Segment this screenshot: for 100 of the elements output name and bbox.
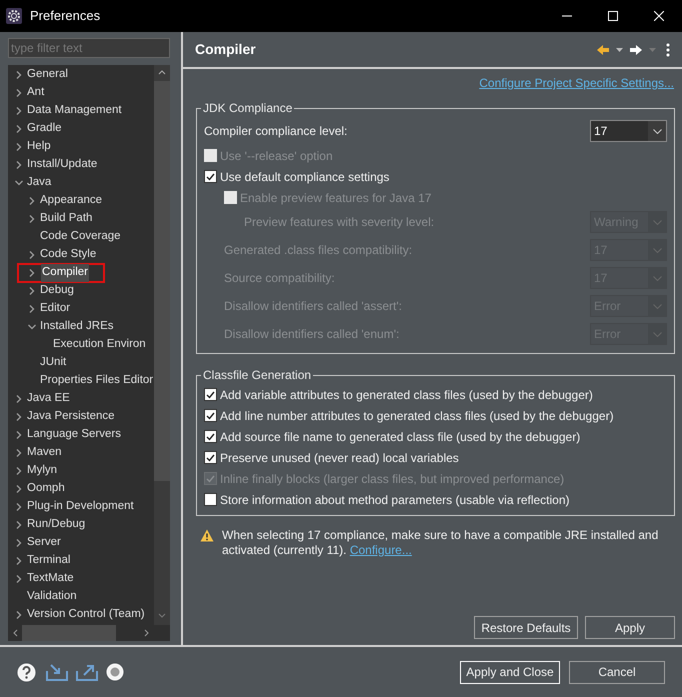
group-title: JDK Compliance	[202, 100, 294, 117]
page-title: Compiler	[195, 40, 256, 59]
chevron-right-icon[interactable]	[14, 143, 22, 151]
more-options-icon[interactable]	[666, 42, 670, 56]
tree-item[interactable]: Language Servers	[26, 426, 122, 444]
tree-item[interactable]: Maven	[26, 444, 63, 462]
chevron-right-icon[interactable]	[14, 485, 22, 493]
chevron-down-icon	[652, 220, 662, 224]
chevron-right-icon[interactable]	[14, 557, 22, 565]
tree-item[interactable]: Compiler	[41, 264, 90, 282]
chevron-right-icon[interactable]	[28, 305, 36, 313]
chevron-right-icon[interactable]	[28, 197, 36, 205]
tree-item[interactable]: Gradle	[26, 120, 63, 138]
checkbox[interactable]	[204, 388, 217, 401]
import-icon[interactable]	[46, 663, 68, 681]
chevron-right-icon[interactable]	[28, 287, 36, 295]
field-label: Generated .class files compatibility:	[224, 242, 412, 259]
chevron-right-icon[interactable]	[14, 413, 22, 421]
back-arrow-icon[interactable]	[596, 44, 610, 56]
tree-item[interactable]: Validation	[26, 588, 78, 606]
checkbox-label[interactable]: Add source file name to generated class file (used by the debugger)	[220, 428, 580, 446]
checkbox[interactable]	[204, 409, 217, 422]
dialog-button[interactable]: Restore Defaults	[474, 616, 578, 639]
checkbox[interactable]	[204, 451, 217, 464]
dropdown[interactable]: 17	[590, 120, 667, 142]
chevron-right-icon[interactable]	[14, 521, 22, 529]
tree-item[interactable]: Plug-in Development	[26, 498, 135, 516]
tree-item[interactable]: Data Management	[26, 102, 123, 120]
warning-icon	[200, 529, 214, 542]
chevron-right-icon[interactable]	[14, 107, 22, 115]
tree-item[interactable]: Editor	[39, 300, 72, 318]
forward-arrow-icon[interactable]	[629, 44, 643, 56]
tree-item[interactable]: Java EE	[26, 390, 71, 408]
chevron-down-icon	[652, 248, 662, 252]
checkbox-label[interactable]: Preserve unused (never read) local variables	[220, 448, 459, 466]
tree-item[interactable]: Installed JREs	[39, 318, 115, 336]
checkbox[interactable]	[204, 430, 217, 443]
chevron-right-icon[interactable]	[14, 611, 22, 619]
tree-item[interactable]: Build Path	[39, 210, 94, 228]
dialog-button[interactable]: Apply and Close	[460, 660, 560, 684]
chevron-right-icon[interactable]	[14, 503, 22, 511]
checkbox-label[interactable]: Add line number attributes to generated class files (used by the debugger)	[220, 406, 614, 424]
tree-item[interactable]: Ant	[26, 84, 46, 102]
tree-item[interactable]: Code Style	[39, 246, 98, 264]
tree-item[interactable]: Server	[26, 534, 62, 552]
tree-item[interactable]: Debug	[39, 282, 75, 300]
chevron-down-icon	[652, 128, 662, 134]
checkbox-label[interactable]: Store information about method parameters (usable via reflection)	[220, 490, 570, 508]
dialog-button[interactable]: Cancel	[569, 660, 665, 684]
tree-item[interactable]: Install/Update	[26, 156, 98, 174]
chevron-right-icon[interactable]	[14, 395, 22, 403]
scroll-down-icon	[158, 613, 166, 619]
chevron-right-icon[interactable]	[14, 539, 22, 547]
app-icon	[6, 8, 22, 24]
tree-item[interactable]: Java Persistence	[26, 408, 116, 426]
tree-item[interactable]: Terminal	[26, 552, 72, 570]
checkbox[interactable]	[204, 493, 217, 506]
tree-item[interactable]: Oomph	[26, 480, 66, 498]
field-label: Disallow identifiers called 'assert':	[224, 298, 402, 315]
chevron-right-icon[interactable]	[14, 449, 22, 457]
checkbox[interactable]	[204, 170, 217, 183]
chevron-down-icon	[652, 332, 662, 336]
chevron-right-icon[interactable]	[14, 161, 22, 169]
chevron-right-icon[interactable]	[28, 215, 36, 223]
checkbox-label[interactable]: Add variable attributes to generated class files (used by the debugger)	[220, 386, 593, 404]
tree-item[interactable]: Help	[26, 138, 52, 156]
chevron-right-icon[interactable]	[14, 89, 22, 97]
tree-item[interactable]: Appearance	[39, 192, 104, 210]
vertical-scrollbar[interactable]	[154, 65, 170, 625]
tree-item[interactable]: Mylyn	[26, 462, 58, 480]
checkbox-label[interactable]: Use default compliance settings	[220, 168, 390, 186]
chevron-right-icon[interactable]	[14, 125, 22, 133]
chevron-right-icon[interactable]	[14, 431, 22, 439]
tree-item[interactable]: Properties Files Editor	[39, 372, 154, 390]
dropdown-caret-icon[interactable]	[616, 48, 623, 52]
scroll-left-icon	[12, 629, 18, 637]
export-icon[interactable]	[76, 663, 98, 681]
record-icon[interactable]	[106, 663, 124, 681]
tree-item[interactable]: General	[26, 66, 69, 84]
scrollbar-thumb[interactable]	[154, 81, 170, 481]
chevron-right-icon[interactable]	[14, 575, 22, 583]
tree-item[interactable]: Run/Debug	[26, 516, 86, 534]
chevron-down-icon[interactable]	[14, 179, 22, 187]
dialog-button[interactable]: Apply	[585, 616, 675, 639]
chevron-right-icon[interactable]	[14, 71, 22, 79]
tree-item[interactable]: Code Coverage	[39, 228, 122, 246]
tree-item[interactable]: Java	[26, 174, 52, 192]
chevron-right-icon[interactable]	[14, 467, 22, 475]
filter-field[interactable]: type filter text	[8, 38, 170, 58]
scroll-right-icon	[144, 629, 150, 637]
tree-item[interactable]: TextMate	[26, 570, 75, 588]
scrollbar-thumb[interactable]	[22, 625, 116, 641]
tree-item[interactable]: JUnit	[39, 354, 68, 372]
tree-item[interactable]: Execution Environ	[52, 336, 147, 354]
chevron-right-icon[interactable]	[28, 269, 36, 277]
scroll-up-icon	[158, 69, 166, 75]
help-icon[interactable]	[17, 662, 36, 682]
chevron-down-icon[interactable]	[28, 323, 36, 331]
chevron-right-icon[interactable]	[28, 251, 36, 259]
tree-item[interactable]: Version Control (Team)	[26, 606, 146, 624]
